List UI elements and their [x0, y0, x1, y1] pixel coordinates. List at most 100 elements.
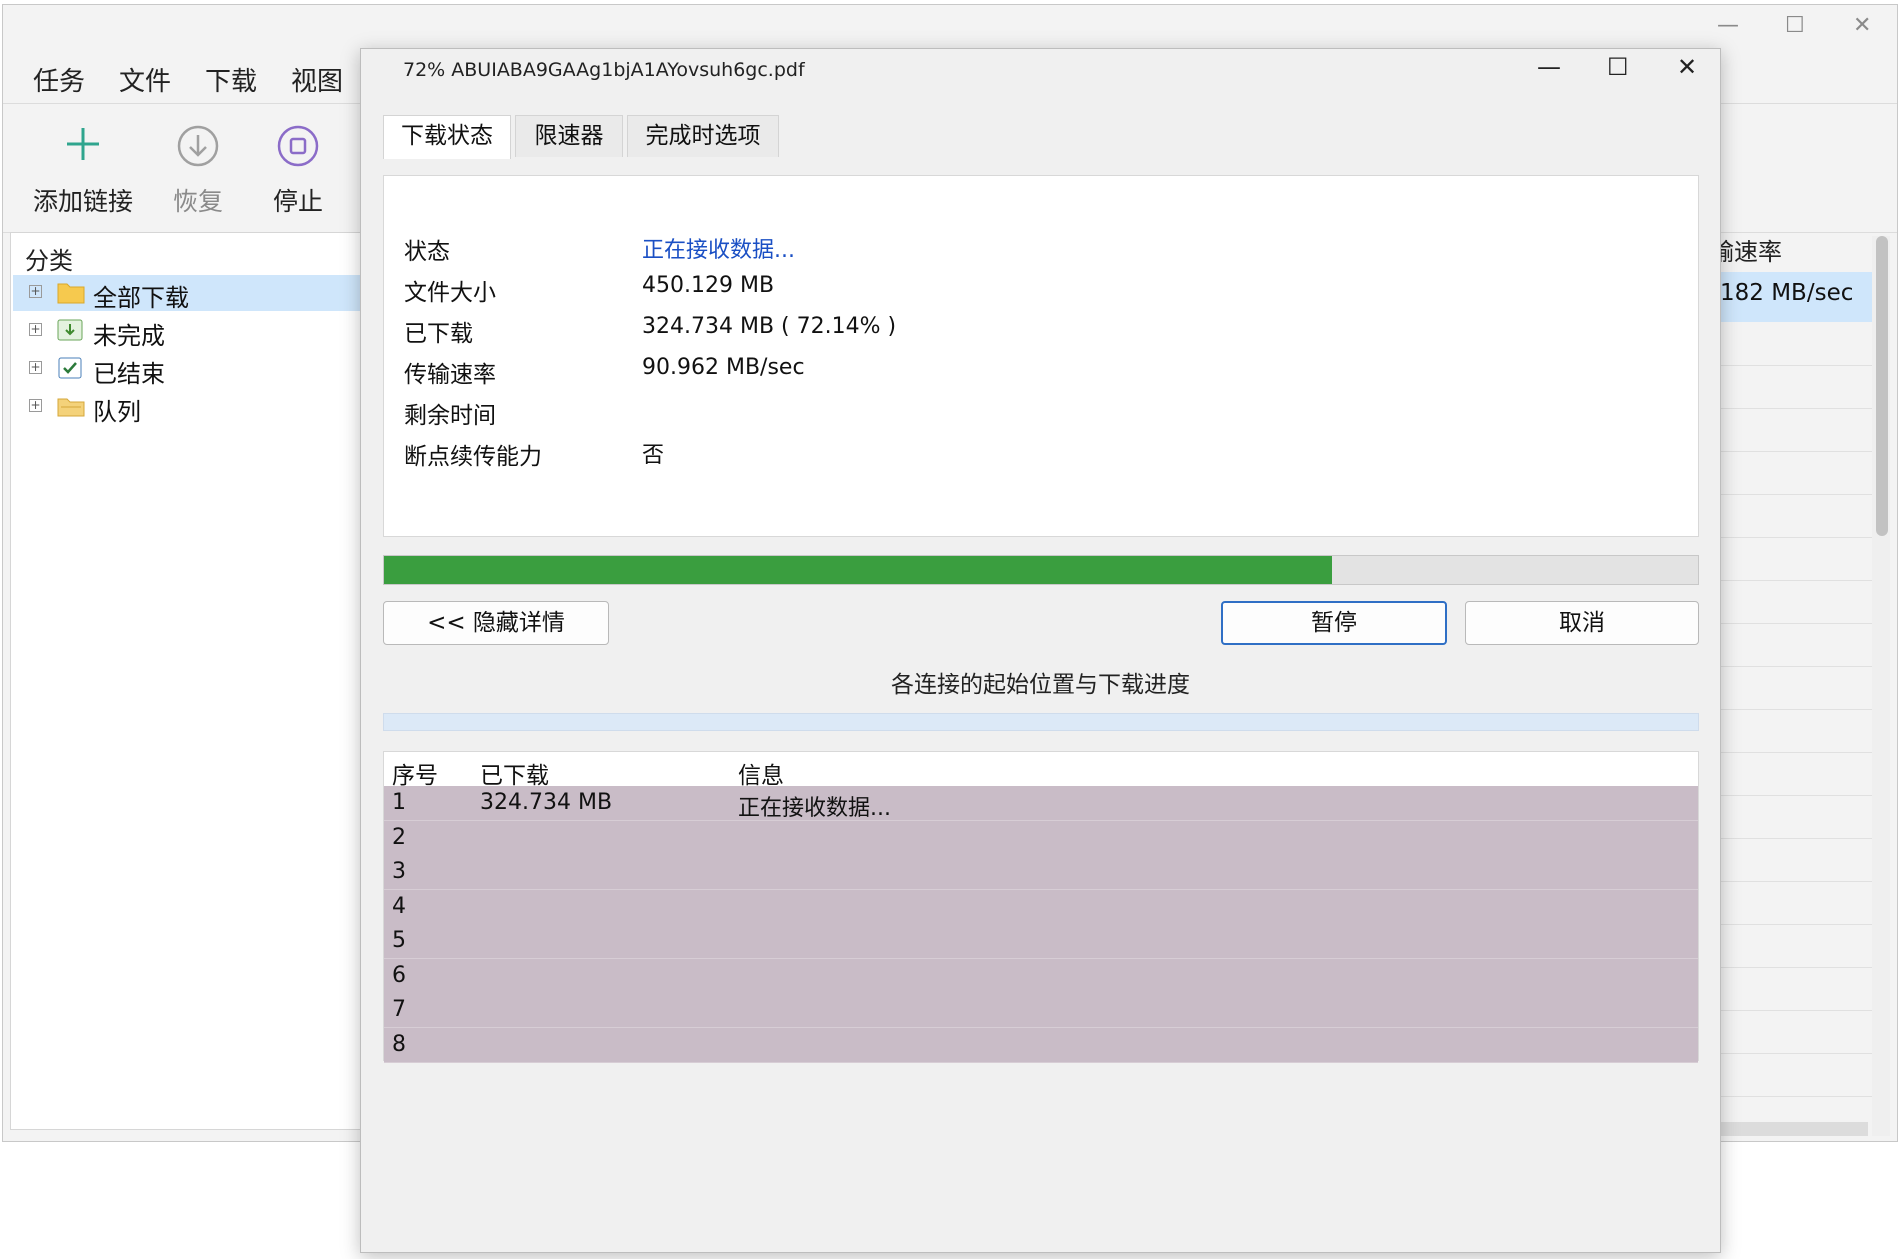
transfer-rate-label: 传输速率	[404, 362, 496, 388]
add-link-button[interactable]: 添加链接	[28, 104, 138, 232]
checkbox-icon	[57, 356, 83, 384]
resume-label: 恢复	[172, 187, 223, 216]
category-finished[interactable]: + 已结束	[13, 351, 361, 388]
expand-icon[interactable]: +	[29, 323, 42, 336]
downloaded-value: 324.734 MB ( 72.14% )	[642, 314, 897, 339]
hide-details-button[interactable]: << 隐藏详情	[383, 601, 609, 645]
table-row[interactable]: 3	[384, 855, 1698, 890]
table-row[interactable]: 4	[384, 889, 1698, 925]
main-maximize-button[interactable]: ☐	[1785, 15, 1805, 37]
menu-file[interactable]: 文件	[119, 61, 171, 98]
menu-download[interactable]: 下载	[205, 61, 257, 98]
row-divider	[1718, 494, 1872, 495]
row-divider	[1718, 881, 1872, 882]
file-size-value: 450.129 MB	[642, 273, 775, 298]
row-info: 正在接收数据...	[738, 796, 891, 821]
status-label: 状态	[404, 239, 450, 265]
horizontal-scrollbar[interactable]	[1718, 1122, 1868, 1136]
download-progress-bar	[383, 555, 1699, 585]
row-divider	[1718, 1010, 1872, 1011]
dialog-minimize-button[interactable]: —	[1537, 55, 1561, 79]
category-label: 未完成	[93, 322, 165, 350]
expand-icon[interactable]: +	[29, 361, 42, 374]
progress-fill	[384, 556, 1332, 584]
row-divider	[1718, 1053, 1872, 1054]
row-divider	[1718, 451, 1872, 452]
category-label: 已结束	[93, 360, 165, 388]
plus-icon	[63, 124, 103, 168]
row-divider	[1718, 967, 1872, 968]
row-index: 5	[392, 928, 406, 953]
pause-button[interactable]: 暂停	[1221, 601, 1447, 645]
table-row[interactable]: 8	[384, 1027, 1698, 1063]
row-divider	[1718, 623, 1872, 624]
row-divider	[1718, 838, 1872, 839]
stop-icon	[276, 124, 320, 172]
cancel-button[interactable]: 取消	[1465, 601, 1699, 645]
transfer-rate-value: 90.962 MB/sec	[642, 355, 805, 380]
category-queue[interactable]: + 队列	[13, 389, 361, 426]
dialog-title: 72% ABUIABA9GAAg1bjA1AYovsuh6gc.pdf	[403, 59, 805, 81]
row-index: 2	[392, 824, 406, 850]
row-divider	[1718, 537, 1872, 538]
download-list-row-selected[interactable]: 182 MB/sec	[1716, 272, 1872, 322]
stop-button[interactable]: 停止	[243, 104, 353, 232]
download-progress-dialog: 72% ABUIABA9GAAg1bjA1AYovsuh6gc.pdf — ☐ …	[360, 48, 1721, 1253]
resume-capability-value: 否	[642, 443, 665, 468]
category-label: 队列	[93, 398, 141, 426]
row-index: 3	[392, 859, 406, 884]
tab-on-complete[interactable]: 完成时选项	[627, 115, 779, 157]
row-divider	[1718, 408, 1872, 409]
status-value: 正在接收数据...	[642, 238, 795, 263]
main-close-button[interactable]: ✕	[1853, 15, 1871, 37]
column-header-downloaded[interactable]: 已下载	[480, 756, 549, 790]
stop-label: 停止	[272, 187, 323, 216]
status-info-panel: 状态 正在接收数据... 文件大小 450.129 MB 已下载 324.734…	[383, 175, 1699, 537]
tab-speed-limiter[interactable]: 限速器	[515, 115, 623, 157]
expand-icon[interactable]: +	[29, 285, 42, 298]
menu-task[interactable]: 任务	[33, 61, 85, 98]
category-sidebar: 分类 + 全部下载 + 未完成 + 已结束 + 队列	[10, 232, 362, 1130]
expand-icon[interactable]: +	[29, 399, 42, 412]
row-index: 6	[392, 962, 406, 988]
table-row[interactable]: 2	[384, 820, 1698, 856]
row-divider	[1718, 924, 1872, 925]
connections-caption: 各连接的起始位置与下载进度	[891, 672, 1190, 698]
resume-button[interactable]: 恢复	[143, 104, 253, 232]
column-header-info[interactable]: 信息	[738, 756, 784, 790]
folder-queue-icon	[57, 394, 85, 422]
scrollbar-thumb[interactable]	[1876, 236, 1888, 536]
table-row[interactable]: 7	[384, 993, 1698, 1028]
row-divider	[1718, 709, 1872, 710]
table-row[interactable]: 6	[384, 958, 1698, 994]
column-header-index[interactable]: 序号	[392, 756, 438, 790]
row-divider	[1718, 365, 1872, 366]
resume-capability-label: 断点续传能力	[404, 444, 542, 470]
resume-download-icon	[176, 124, 220, 172]
row-index: 1	[392, 790, 406, 815]
row-index: 7	[392, 997, 406, 1022]
row-divider	[1718, 580, 1872, 581]
connections-progress-strip	[383, 713, 1699, 731]
time-left-label: 剩余时间	[404, 403, 496, 429]
downloaded-label: 已下载	[404, 321, 473, 347]
row-divider	[1718, 1096, 1872, 1097]
category-all-downloads[interactable]: + 全部下载	[13, 275, 361, 312]
menu-view[interactable]: 视图	[291, 61, 343, 98]
category-label: 全部下载	[93, 284, 189, 312]
dialog-close-button[interactable]: ✕	[1677, 55, 1697, 79]
row-speed-value: 182 MB/sec	[1720, 280, 1854, 306]
dialog-maximize-button[interactable]: ☐	[1607, 55, 1629, 79]
file-size-label: 文件大小	[404, 280, 496, 306]
connections-table: 序号 已下载 信息 1 324.734 MB 正在接收数据... 2 3 4 5 6 7 8	[383, 751, 1699, 1063]
row-divider	[1718, 752, 1872, 753]
row-divider	[1718, 795, 1872, 796]
main-minimize-button[interactable]: —	[1717, 15, 1739, 37]
add-link-label: 添加链接	[32, 187, 133, 216]
tab-download-status[interactable]: 下载状态	[383, 115, 511, 159]
row-index: 8	[392, 1031, 406, 1057]
table-row[interactable]: 5	[384, 924, 1698, 959]
folder-icon	[57, 280, 85, 308]
category-incomplete[interactable]: + 未完成	[13, 313, 361, 350]
table-row[interactable]: 1 324.734 MB 正在接收数据...	[384, 786, 1698, 821]
